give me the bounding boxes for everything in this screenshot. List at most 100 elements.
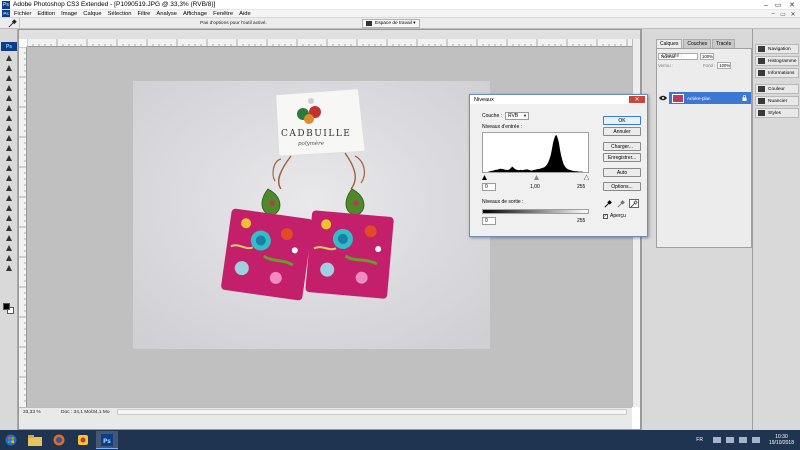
gray-eyedropper-icon[interactable] (616, 199, 626, 208)
vertical-ruler[interactable] (19, 47, 27, 407)
fill-field[interactable]: 100% (717, 61, 732, 69)
system-tray: FR 10:30 19/10/2018 (696, 430, 794, 450)
doc-maximize-button[interactable]: ▭ (778, 10, 788, 18)
taskbar-explorer[interactable] (24, 431, 46, 449)
dock-informations[interactable]: Informations (755, 68, 799, 78)
menu-affichage[interactable]: Affichage (183, 11, 207, 17)
eyedropper-tool-icon[interactable] (6, 18, 20, 28)
levels-dialog: Niveaux ✕ Couche : RVB ▼ Niveaux d'entré… (469, 94, 648, 237)
dock-histogramme[interactable]: Histogramme (755, 56, 799, 66)
crop-tool-icon[interactable] (2, 93, 16, 102)
tray-icon-1[interactable] (712, 437, 721, 443)
workspace-button[interactable]: Espace de travail ▾ (362, 19, 420, 28)
blur-tool-icon[interactable] (2, 173, 16, 182)
layer-row-background[interactable]: Arrière-plan (657, 92, 751, 104)
path-select-tool-icon[interactable] (2, 213, 16, 222)
pen-tool-icon[interactable] (2, 193, 16, 202)
document-size-info[interactable]: Doc : 34,1 Mo/34,1 Mo (61, 410, 110, 415)
eyedropper-group (603, 199, 642, 208)
taskbar-photoshop[interactable]: Ps (96, 431, 118, 449)
taskbar-firefox[interactable] (48, 431, 70, 449)
eyedropper-tool-icon[interactable] (2, 243, 16, 252)
move-tool-icon[interactable] (2, 53, 16, 62)
minimize-button[interactable]: – (760, 0, 772, 10)
start-button[interactable] (0, 430, 22, 450)
input-level-sliders[interactable] (482, 174, 590, 181)
dodge-tool-icon[interactable] (2, 183, 16, 192)
levels-close-button[interactable]: ✕ (629, 96, 645, 103)
close-button[interactable]: ✕ (784, 0, 800, 10)
zoom-tool-icon[interactable] (2, 263, 16, 272)
menu-calque[interactable]: Calque (83, 11, 101, 17)
maximize-button[interactable]: ▭ (772, 0, 784, 10)
tab-couches[interactable]: Couches (683, 39, 712, 48)
input-white-field[interactable]: 255 (577, 184, 585, 190)
foreground-color-swatch[interactable] (3, 303, 10, 310)
dock-styles[interactable]: Styles (755, 108, 799, 118)
gradient-tool-icon[interactable] (2, 163, 16, 172)
slice-tool-icon[interactable] (2, 103, 16, 112)
marquee-tool-icon[interactable] (2, 63, 16, 72)
taskbar-app-yellow[interactable] (72, 431, 94, 449)
menu-fichier[interactable]: Fichier (14, 11, 31, 17)
input-white-slider[interactable] (583, 174, 590, 181)
healing-tool-icon[interactable] (2, 113, 16, 122)
menu-edition[interactable]: Edition (37, 11, 55, 17)
checkmark-icon[interactable]: ✓ (603, 213, 608, 219)
history-brush-tool-icon[interactable] (2, 143, 16, 152)
quick-selection-tool-icon[interactable] (2, 83, 16, 92)
input-black-field[interactable]: 0 (482, 183, 496, 191)
input-black-slider[interactable] (482, 175, 487, 180)
eye-icon[interactable] (657, 92, 669, 104)
output-white-field[interactable]: 255 (577, 218, 585, 224)
white-eyedropper-icon[interactable] (629, 199, 639, 208)
menu-image[interactable]: Image (61, 11, 77, 17)
menu-selection[interactable]: Sélection (108, 11, 132, 17)
hand-tool-icon[interactable] (2, 253, 16, 262)
menu-fenetre[interactable]: Fenêtre (213, 11, 233, 17)
black-eyedropper-icon[interactable] (603, 199, 613, 208)
output-black-field[interactable]: 0 (482, 217, 496, 225)
network-icon[interactable] (751, 437, 760, 443)
preview-checkbox[interactable]: ✓ Aperçu (603, 213, 626, 219)
tab-calques[interactable]: Calques (656, 39, 683, 48)
volume-icon[interactable] (738, 437, 747, 443)
levels-dialog-title-bar[interactable]: Niveaux ✕ (470, 95, 647, 104)
shape-tool-icon[interactable] (2, 223, 16, 232)
clock[interactable]: 10:30 19/10/2018 (769, 434, 794, 446)
notes-tool-icon[interactable] (2, 233, 16, 242)
couche-select[interactable]: RVB ▼ (505, 112, 529, 120)
brush-tool-icon[interactable] (2, 123, 16, 132)
lasso-tool-icon[interactable] (2, 73, 16, 82)
dock-nuancier[interactable]: Nuancier (755, 96, 799, 106)
doc-minimize-button[interactable]: – (768, 10, 778, 18)
dock-couleur[interactable]: Couleur (755, 84, 799, 94)
options-button[interactable]: Options... (603, 182, 641, 191)
menu-analyse[interactable]: Analyse (156, 11, 177, 17)
horizontal-ruler[interactable] (27, 39, 632, 47)
menu-aide[interactable]: Aide (239, 11, 251, 17)
clone-stamp-tool-icon[interactable] (2, 133, 16, 142)
load-button[interactable]: Charger... (603, 142, 641, 151)
photo-earrings[interactable]: CADBUILLE polymère (133, 81, 490, 349)
tab-traces[interactable]: Tracés (712, 39, 736, 48)
layers-panel-tabs: Calques Couches Tracés (656, 39, 752, 48)
output-gradient-slider[interactable] (482, 209, 589, 214)
input-gamma-slider[interactable] (534, 175, 539, 180)
type-tool-icon[interactable] (2, 203, 16, 212)
zoom-level[interactable]: 33,33 % (23, 410, 41, 415)
menu-filtre[interactable]: Filtre (138, 11, 151, 17)
eraser-tool-icon[interactable] (2, 153, 16, 162)
horizontal-scrollbar[interactable] (117, 409, 627, 415)
cancel-button[interactable]: Annuler (603, 127, 641, 136)
auto-button[interactable]: Auto (603, 168, 641, 177)
language-indicator[interactable]: FR (696, 437, 703, 443)
tray-icon-2[interactable] (725, 437, 734, 443)
save-button[interactable]: Enregistrer... (603, 153, 641, 162)
input-gamma-field[interactable]: 1,00 (530, 184, 540, 190)
dock-navigation[interactable]: Navigation (755, 44, 799, 54)
doc-close-button[interactable]: ✕ (788, 10, 798, 18)
ok-button[interactable]: OK (603, 116, 641, 125)
fill-label: Fond : (703, 62, 716, 68)
opacity-field[interactable]: 100% (700, 52, 714, 60)
